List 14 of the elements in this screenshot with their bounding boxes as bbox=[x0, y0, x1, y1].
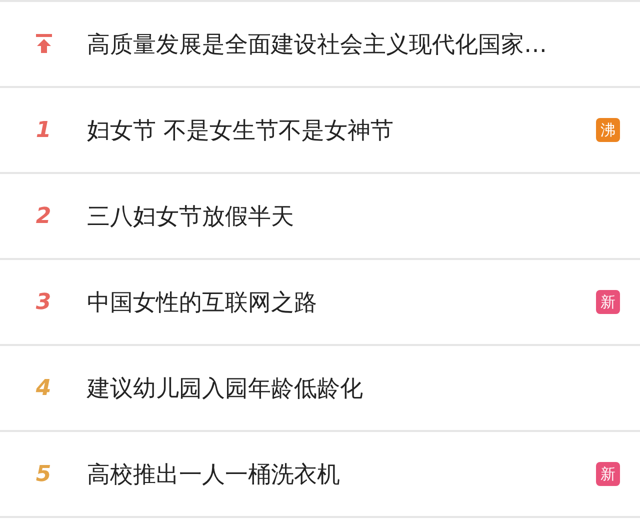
rank-number: 4 bbox=[36, 376, 52, 400]
topic-link[interactable]: 中国女性的互联网之路 bbox=[87, 286, 596, 318]
rank-number: 1 bbox=[36, 118, 52, 142]
topic-link[interactable]: 妇女节 不是女生节不是女神节 bbox=[87, 114, 596, 146]
rank-number: 3 bbox=[36, 290, 52, 314]
topic-link[interactable]: 三八妇女节放假半天 bbox=[87, 200, 640, 232]
rank-number: 5 bbox=[36, 462, 52, 486]
rank-number: 2 bbox=[36, 204, 52, 228]
hot-tag: 新 bbox=[596, 462, 620, 486]
hot-tag: 新 bbox=[596, 290, 620, 314]
topic-link[interactable]: 建议幼儿园入园年龄低龄化 bbox=[87, 372, 640, 404]
hot-tag: 沸 bbox=[596, 118, 620, 142]
topic-link[interactable]: 高校推出一人一桶洗衣机 bbox=[87, 458, 596, 490]
topic-link[interactable]: 高质量发展是全面建设社会主义现代化国家… bbox=[87, 28, 640, 60]
